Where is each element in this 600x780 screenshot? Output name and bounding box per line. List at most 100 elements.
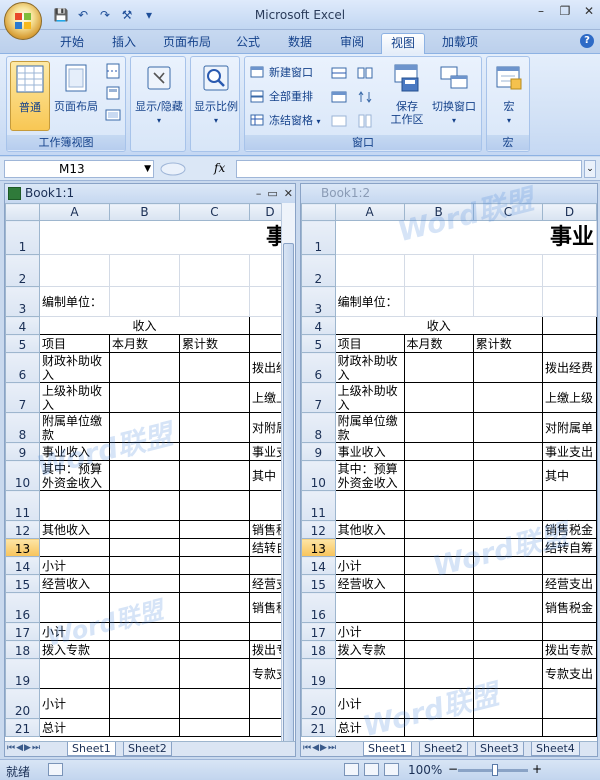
cell-b[interactable] xyxy=(403,254,474,287)
cell-c[interactable] xyxy=(472,254,544,287)
row-header[interactable]: 8 xyxy=(301,412,336,443)
row-header[interactable]: 12 xyxy=(301,520,336,539)
close-button[interactable]: ✕ xyxy=(582,4,596,18)
cell-b[interactable] xyxy=(109,592,180,623)
cell-c[interactable] xyxy=(179,254,250,287)
cell-b[interactable] xyxy=(109,520,180,539)
cell-a[interactable]: 其他收入 xyxy=(334,520,405,539)
cell-a[interactable]: 总计 xyxy=(39,718,110,737)
cell-a[interactable] xyxy=(39,592,110,623)
cell-d[interactable]: 专款支出 xyxy=(542,658,597,689)
arrange-all-button[interactable]: 全部重排 xyxy=(249,87,313,107)
cell-b[interactable] xyxy=(403,352,474,383)
row-header[interactable]: 18 xyxy=(301,640,336,659)
macros-button[interactable]: 宏 ▾ xyxy=(489,61,529,131)
cell-c[interactable]: 累计数 xyxy=(179,334,250,353)
cell-c[interactable] xyxy=(472,718,544,737)
row-header[interactable]: 21 xyxy=(5,718,40,737)
row-header[interactable]: 6 xyxy=(301,352,336,383)
cell-c[interactable] xyxy=(179,520,250,539)
macro-record-icon[interactable] xyxy=(48,763,63,776)
expand-formula-bar-icon[interactable]: ⌄ xyxy=(584,160,596,178)
cell-a[interactable] xyxy=(39,658,110,689)
tab-insert[interactable]: 插入 xyxy=(104,33,144,54)
vertical-scrollbar[interactable] xyxy=(281,203,295,743)
sheet-tab-sheet2[interactable]: Sheet2 xyxy=(123,742,172,756)
row-header[interactable]: 2 xyxy=(5,254,40,287)
restore-button[interactable]: ❐ xyxy=(558,4,572,18)
sheet-nav-arrows-icon[interactable]: ⏮◀▶⏭ xyxy=(7,743,41,753)
cell-a[interactable]: 小计 xyxy=(334,622,405,641)
row-header[interactable]: 13 xyxy=(301,538,336,557)
row-header[interactable]: 9 xyxy=(301,442,336,461)
row-header[interactable]: 1 xyxy=(301,220,336,255)
cell-a[interactable] xyxy=(334,658,405,689)
save-workspace-button[interactable]: 保存 工作区 xyxy=(385,61,429,131)
cell-b[interactable] xyxy=(403,538,474,557)
cell-c[interactable] xyxy=(179,574,250,593)
cell-b[interactable] xyxy=(109,688,180,719)
cell-b[interactable] xyxy=(109,442,180,461)
workbook-window-1[interactable]: Book1:1 – ▭ ✕ A B C D 1 事 2 3 编制单位： 4 收入 5 项目 本月数 累计数 6… xyxy=(4,183,296,757)
row-header[interactable]: 4 xyxy=(5,316,40,335)
tab-data[interactable]: 数据 xyxy=(280,33,320,54)
column-header-c[interactable]: C xyxy=(472,203,544,221)
cell-a[interactable]: 财政补助收入 xyxy=(334,352,405,383)
sheet-tab-sheet1[interactable]: Sheet1 xyxy=(67,742,116,756)
cell[interactable] xyxy=(542,316,597,335)
cell-d[interactable] xyxy=(542,490,597,521)
workbook-close-button[interactable]: ✕ xyxy=(284,184,293,203)
cell-b[interactable] xyxy=(403,286,474,317)
cell-b[interactable] xyxy=(109,718,180,737)
cell-a[interactable] xyxy=(334,490,405,521)
cell-b[interactable] xyxy=(109,622,180,641)
cell-b[interactable] xyxy=(109,556,180,575)
page-layout-view-button[interactable]: 页面布局 xyxy=(53,61,99,131)
cell-d[interactable] xyxy=(542,286,597,317)
cell-a[interactable]: 其中：预算外资金收入 xyxy=(39,460,110,491)
name-box-dropdown-icon[interactable]: ▼ xyxy=(144,161,151,177)
cell-d[interactable] xyxy=(542,556,597,575)
new-window-button[interactable]: 新建窗口 xyxy=(249,63,313,83)
worksheet-table[interactable]: A B C D 1 事业 2 3 编制单位： 4 收入 5 项目 本月数 累计数 6 财政补助收入 拨出经费 7 上级… xyxy=(301,203,597,737)
cell-a[interactable]: 项目 xyxy=(334,334,405,353)
cell-a[interactable]: 上级补助收入 xyxy=(39,382,110,413)
cell-c[interactable] xyxy=(179,622,250,641)
tab-review[interactable]: 审阅 xyxy=(332,33,372,54)
cell-d[interactable]: 对附属单 xyxy=(542,412,597,443)
cell-b[interactable] xyxy=(403,592,474,623)
normal-view-button[interactable]: 普通 xyxy=(10,61,50,131)
row-header[interactable]: 15 xyxy=(301,574,336,593)
row-header[interactable]: 8 xyxy=(5,412,40,443)
cell-a[interactable] xyxy=(334,538,405,557)
office-button[interactable] xyxy=(4,2,42,40)
cell-b[interactable] xyxy=(403,640,474,659)
synchronous-scrolling-icon[interactable] xyxy=(357,89,373,105)
cell-d[interactable] xyxy=(542,334,597,353)
cell-a[interactable]: 小计 xyxy=(39,556,110,575)
cell-c[interactable] xyxy=(179,412,250,443)
sheet-nav-arrows-icon[interactable]: ⏮◀▶⏭ xyxy=(303,743,337,753)
column-header-a[interactable]: A xyxy=(334,203,405,221)
formula-input[interactable] xyxy=(236,160,582,178)
help-icon[interactable]: ? xyxy=(580,34,594,48)
row-header[interactable]: 10 xyxy=(5,460,40,491)
cell-b[interactable] xyxy=(403,442,474,461)
insert-function-button[interactable]: fx xyxy=(214,161,225,175)
column-header-a[interactable]: A xyxy=(39,203,110,221)
tab-addins[interactable]: 加载项 xyxy=(436,33,484,54)
row-header[interactable]: 6 xyxy=(5,352,40,383)
cell-d[interactable]: 经营支出 xyxy=(542,574,597,593)
sheet-tab-sheet3[interactable]: Sheet3 xyxy=(475,742,524,756)
cell-b[interactable] xyxy=(403,556,474,575)
row-header[interactable]: 7 xyxy=(301,382,336,413)
hide-window-icon[interactable] xyxy=(331,89,347,105)
cell-c[interactable] xyxy=(179,352,250,383)
row-header[interactable]: 17 xyxy=(301,622,336,641)
row-header[interactable]: 13 xyxy=(5,538,40,557)
cell-c[interactable] xyxy=(179,460,250,491)
zoom-level[interactable]: 100% xyxy=(408,763,442,777)
normal-view-status-icon[interactable] xyxy=(344,763,359,776)
column-header-b[interactable]: B xyxy=(403,203,474,221)
cell-c[interactable] xyxy=(472,688,544,719)
